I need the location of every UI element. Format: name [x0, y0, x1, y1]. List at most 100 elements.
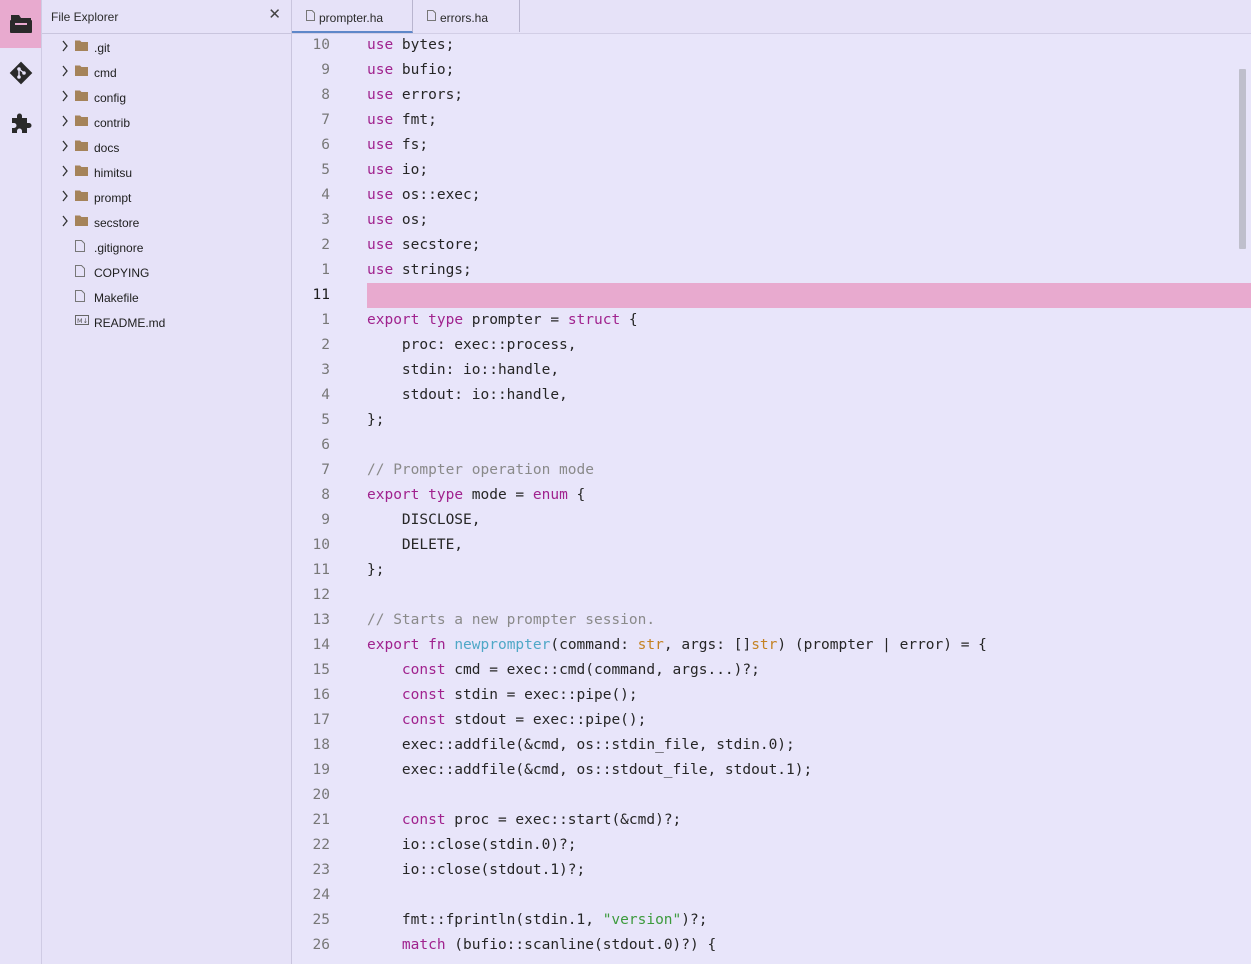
code-line[interactable]: 11}; — [292, 558, 1251, 583]
folder-icon — [75, 165, 88, 176]
git-button[interactable] — [0, 49, 41, 97]
code-token: // Starts a new prompter session. — [367, 612, 656, 628]
code-line[interactable]: 26 match (bufio::scanline(stdout.0)?) { — [292, 933, 1251, 958]
code-editor[interactable]: 10 use bytes; 9 use bufio; 8 use errors; 7 use … — [292, 33, 1251, 964]
file-explorer-button[interactable] — [0, 0, 41, 48]
tree-item-label: README.md — [94, 316, 166, 330]
tree-item-label: Makefile — [94, 291, 139, 305]
code-line[interactable]: 10 DELETE, — [292, 533, 1251, 558]
code-token: cmd = exec::cmd(command, args...)?; — [445, 662, 760, 678]
tree-item-label: contrib — [94, 116, 131, 130]
tree-item-label: docs — [94, 141, 120, 155]
code-token: ) (prompter | error) = { — [777, 637, 987, 653]
code-line[interactable]: 2 use secstore; — [292, 233, 1251, 258]
line-number: 3 — [321, 362, 330, 378]
chevron-right-icon[interactable] — [61, 40, 69, 52]
code-token: secstore; — [393, 237, 481, 253]
code-line[interactable]: 8 use errors; — [292, 83, 1251, 108]
chevron-right-icon[interactable] — [61, 140, 69, 152]
folder-item[interactable]: secstore — [42, 209, 291, 234]
code-line[interactable]: 14 export fn newprompter(command: str, ar… — [292, 633, 1251, 658]
code-line[interactable]: 4 stdout: io::handle, — [292, 383, 1251, 408]
code-line[interactable]: 1 use strings; — [292, 258, 1251, 283]
code-line[interactable]: 21 const proc = exec::start(&cmd)?; — [292, 808, 1251, 833]
code-line[interactable]: 8 export type mode = enum { — [292, 483, 1251, 508]
code-token: str — [637, 637, 664, 653]
git-icon — [9, 61, 32, 85]
code-token: // Prompter operation mode — [367, 462, 594, 478]
chevron-right-icon[interactable] — [61, 90, 69, 102]
code-token: type — [428, 312, 464, 328]
code-text: io::close(stdin.0)?; — [367, 837, 577, 853]
folder-item[interactable]: himitsu — [42, 159, 291, 184]
code-token: struct — [567, 312, 621, 328]
folder-item[interactable]: config — [42, 84, 291, 109]
tab-prompter-ha[interactable]: prompter.ha — [292, 0, 413, 33]
file-item[interactable]: M↓ README.md — [42, 309, 291, 334]
line-number: 4 — [321, 387, 330, 403]
folder-item[interactable]: .git — [42, 34, 291, 59]
code-line[interactable]: 6 — [292, 433, 1251, 458]
line-number: 6 — [321, 137, 330, 153]
code-line[interactable]: 16 const stdin = exec::pipe(); — [292, 683, 1251, 708]
code-line[interactable]: 3 use os; — [292, 208, 1251, 233]
code-line[interactable]: 1 export type prompter = struct { — [292, 308, 1251, 333]
line-number: 5 — [321, 412, 330, 428]
line-number: 12 — [312, 587, 330, 603]
code-line[interactable]: 10 use bytes; — [292, 33, 1251, 58]
code-line[interactable]: 9 use bufio; — [292, 58, 1251, 83]
folder-item[interactable]: prompt — [42, 184, 291, 209]
code-line[interactable]: 3 stdin: io::handle, — [292, 358, 1251, 383]
code-line[interactable]: 18 exec::addfile(&cmd, os::stdin_file, s… — [292, 733, 1251, 758]
code-line[interactable]: 6 use fs; — [292, 133, 1251, 158]
code-line[interactable]: 5}; — [292, 408, 1251, 433]
chevron-right-icon[interactable] — [61, 65, 69, 77]
code-token: stdin = exec::pipe(); — [445, 687, 638, 703]
folder-item[interactable]: cmd — [42, 59, 291, 84]
close-icon[interactable]: ✕ — [268, 7, 281, 23]
code-line[interactable]: 2 proc: exec::process, — [292, 333, 1251, 358]
code-line[interactable]: 20 — [292, 783, 1251, 808]
chevron-right-icon[interactable] — [61, 115, 69, 127]
folder-item[interactable]: docs — [42, 134, 291, 159]
vertical-scrollbar[interactable] — [1239, 69, 1246, 249]
code-line[interactable]: 7 // Prompter operation mode — [292, 458, 1251, 483]
line-number: 10 — [312, 37, 330, 53]
code-line[interactable]: 19 exec::addfile(&cmd, os::stdout_file, … — [292, 758, 1251, 783]
code-line[interactable]: 9 DISCLOSE, — [292, 508, 1251, 533]
code-text: export fn newprompter(command: str, args… — [367, 637, 987, 653]
code-token: "version" — [602, 912, 682, 928]
current-code-line[interactable]: 11 — [292, 283, 1251, 308]
file-item[interactable]: Makefile — [42, 284, 291, 309]
code-line[interactable]: 23 io::close(stdout.1)?; — [292, 858, 1251, 883]
tab-errors-ha[interactable]: errors.ha — [413, 0, 520, 32]
code-token: (bufio::scanline(stdout.0)?) { — [445, 937, 717, 953]
code-text: use os::exec; — [367, 187, 481, 203]
line-number: 20 — [312, 787, 330, 803]
code-line[interactable]: 17 const stdout = exec::pipe(); — [292, 708, 1251, 733]
file-item[interactable]: .gitignore — [42, 234, 291, 259]
code-token: const — [401, 662, 446, 678]
code-line[interactable]: 24 — [292, 883, 1251, 908]
chevron-right-icon[interactable] — [61, 165, 69, 177]
chevron-right-icon[interactable] — [61, 190, 69, 202]
code-token: errors; — [393, 87, 464, 103]
code-line[interactable]: 22 io::close(stdin.0)?; — [292, 833, 1251, 858]
code-line[interactable]: 13 // Starts a new prompter session. — [292, 608, 1251, 633]
tree-item-label: himitsu — [94, 166, 133, 180]
code-line[interactable]: 4 use os::exec; — [292, 183, 1251, 208]
code-line[interactable]: 12 — [292, 583, 1251, 608]
code-line[interactable]: 15 const cmd = exec::cmd(command, args..… — [292, 658, 1251, 683]
code-text: match (bufio::scanline(stdout.0)?) { — [367, 937, 716, 953]
extensions-button[interactable] — [0, 99, 41, 147]
code-line[interactable]: 25 fmt::fprintln(stdin.1, "version")?; — [292, 908, 1251, 933]
chevron-right-icon[interactable] — [61, 215, 69, 227]
folder-item[interactable]: contrib — [42, 109, 291, 134]
file-item[interactable]: COPYING — [42, 259, 291, 284]
code-line[interactable]: 7 use fmt; — [292, 108, 1251, 133]
code-line[interactable]: 5 use io; — [292, 158, 1251, 183]
file-icon — [75, 240, 85, 252]
line-number: 15 — [312, 662, 330, 678]
